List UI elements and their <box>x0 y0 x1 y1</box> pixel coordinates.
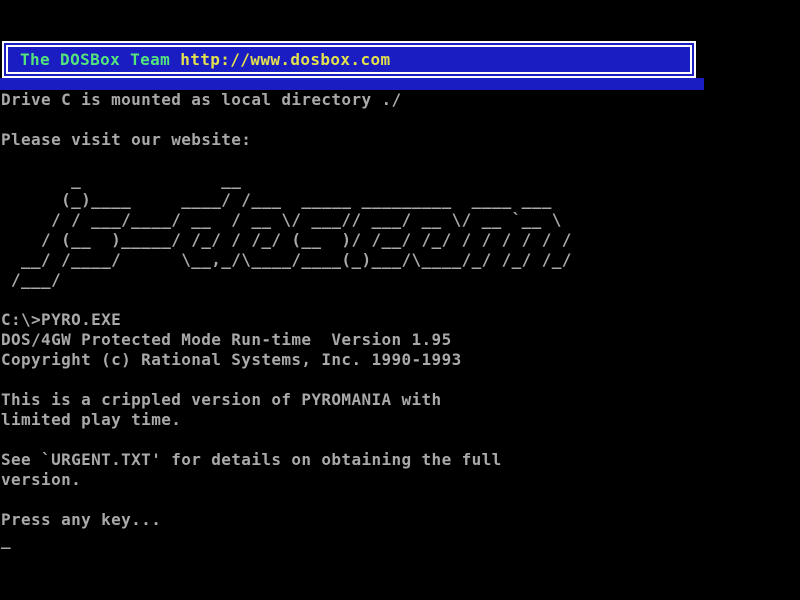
dosbox-banner: The DOSBox Team http://www.dosbox.com <box>2 41 696 78</box>
banner-team-label: The DOSBox Team <box>20 50 180 69</box>
text-cursor: _ <box>1 530 11 550</box>
dos-screen[interactable]: Drive C is mounted as local directory ./… <box>0 0 800 600</box>
banner-url: http://www.dosbox.com <box>180 50 390 69</box>
banner-shadow-strip <box>0 78 704 90</box>
console-output: Drive C is mounted as local directory ./… <box>1 30 572 530</box>
